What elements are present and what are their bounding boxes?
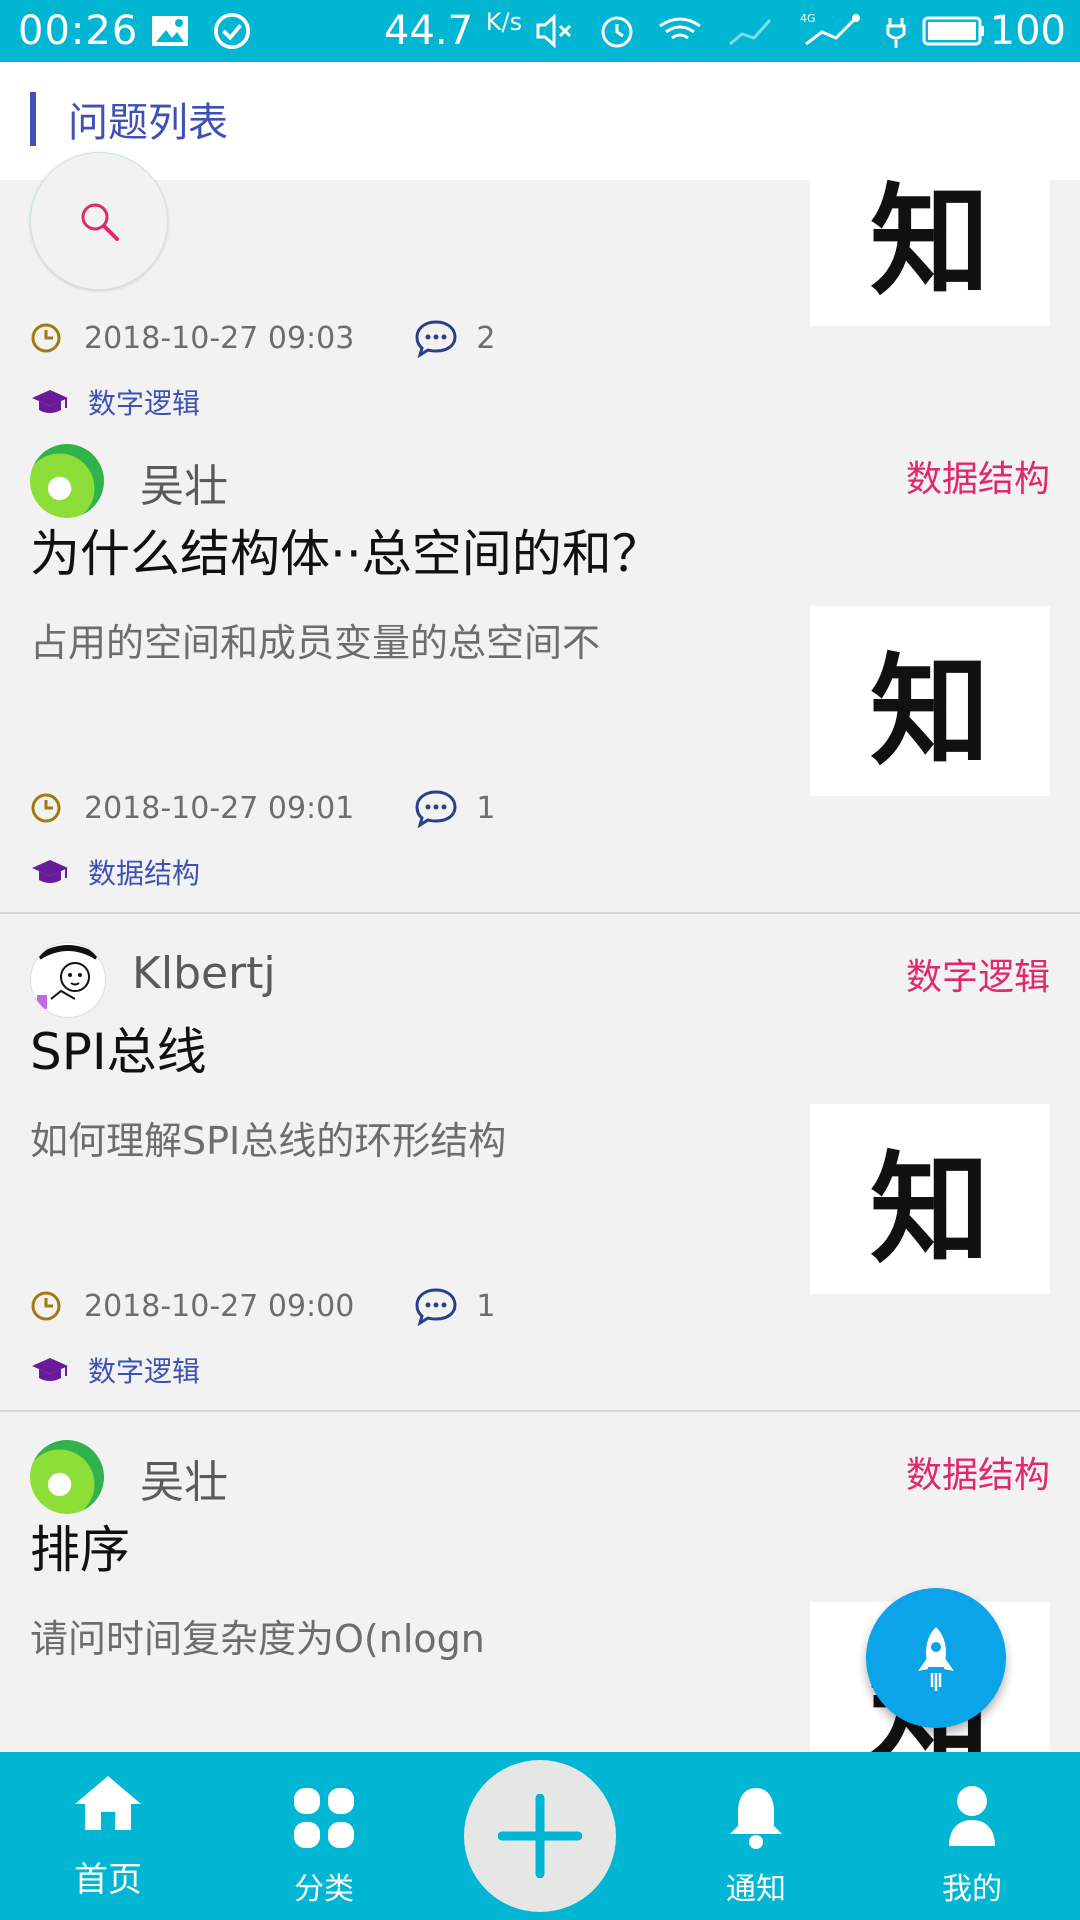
signal-sim1-icon [729,19,772,46]
tab-home-label: 首页 [74,1860,142,1900]
question-time: 2018-10-27 09:00 [84,1288,355,1324]
image-notification-icon [152,16,188,46]
question-meta: 2018-10-27 09:00 1 [30,1286,495,1326]
question-tag[interactable]: 数据结构 [30,852,200,892]
user-avatar[interactable] [30,1440,104,1514]
question-thumbnail: 知 [810,1104,1050,1294]
tab-notify-label: 通知 [726,1872,786,1907]
header-accent-bar [30,92,36,146]
author-name[interactable]: 吴壮 [140,1446,228,1510]
question-list[interactable]: 知 2018-10-27 09:03 2 数字逻辑 吴壮 数据结构 为什么结构体… [0,180,1080,1752]
home-icon [75,1776,141,1830]
user-icon [949,1786,995,1846]
comment-count: 1 [476,1288,496,1324]
mute-icon [536,13,572,49]
bottom-navigation: 首页 分类 通知 我的 [0,1752,1080,1920]
question-description: 如何理解SPI总线的环形结构 [30,1119,507,1163]
question-thumbnail: 知 [810,606,1050,796]
svg-text:4G: 4G [800,12,816,25]
clock-icon [31,1291,61,1321]
rocket-icon [918,1627,954,1691]
tab-mine[interactable]: 我的 [882,1752,1062,1920]
comment-icon [415,320,457,358]
charging-icon [886,18,906,48]
signal-4g-icon: 4G [800,12,860,46]
category-label[interactable]: 数字逻辑 [906,948,1050,1000]
graduation-cap-icon [32,860,68,883]
wifi-icon [659,17,701,40]
page-title: 问题列表 [68,100,228,146]
bell-icon [730,1788,782,1849]
battery-level: 100 [989,8,1066,54]
status-time: 00:26 [18,8,139,54]
grid-icon [294,1788,354,1848]
plus-icon [498,1794,582,1878]
question-title[interactable]: SPI总线 [30,1012,207,1084]
status-bar: 00:26 44.7 K/s 4G 100 [0,0,1080,62]
question-title[interactable]: 排序 [30,1510,130,1582]
comment-icon [415,1288,457,1326]
alarm-icon [601,16,633,48]
tab-category[interactable]: 分类 [234,1752,414,1920]
page-header: 问题列表 [0,62,1080,180]
question-description: 请问时间复杂度为O(nlogn [30,1617,485,1661]
question-tag[interactable]: 数字逻辑 [30,1350,200,1390]
tag-label: 数据结构 [88,857,201,890]
tab-home[interactable]: 首页 [18,1752,198,1920]
category-label[interactable]: 数据结构 [906,450,1050,502]
tab-mine-label: 我的 [942,1872,1002,1907]
question-time: 2018-10-27 09:03 [84,320,355,356]
comment-icon [415,790,457,828]
tab-notify[interactable]: 通知 [666,1752,846,1920]
tag-label: 数字逻辑 [88,1355,201,1388]
graduation-cap-icon [32,1358,68,1381]
back-to-top-button[interactable] [866,1588,1006,1728]
question-title[interactable]: 为什么结构体··总空间的和？ [30,514,662,586]
search-button[interactable] [30,152,168,290]
user-avatar[interactable] [30,444,104,518]
clock-icon [31,793,61,823]
question-meta: 2018-10-27 09:01 1 [30,788,495,828]
network-speed: 44.7 K/s [384,8,523,54]
graduation-cap-icon [32,390,68,413]
question-card[interactable]: Klbertj 数字逻辑 SPI总线 如何理解SPI总线的环形结构 知 2018… [0,914,1080,1412]
add-question-button[interactable] [464,1760,616,1912]
question-card[interactable]: 吴壮 数据结构 为什么结构体··总空间的和？ 占用的空间和成员变量的总空间不 知… [0,416,1080,914]
question-thumbnail: 知 [810,180,1050,326]
avatar-sketch-icon [37,945,99,1009]
author-name[interactable]: 吴壮 [140,450,228,514]
battery-icon [922,16,984,46]
search-icon [81,203,119,241]
author-name[interactable]: Klbertj [132,948,276,999]
question-time: 2018-10-27 09:01 [84,790,355,826]
clock-icon [31,323,61,353]
question-description: 占用的空间和成员变量的总空间不 [30,621,601,665]
comment-count: 1 [476,790,496,826]
category-label[interactable]: 数据结构 [906,1446,1050,1498]
question-meta: 2018-10-27 09:03 2 [30,318,495,358]
comment-count: 2 [476,320,496,356]
check-circle-icon [213,12,251,50]
user-avatar[interactable] [30,942,106,1018]
tab-category-label: 分类 [294,1872,354,1907]
